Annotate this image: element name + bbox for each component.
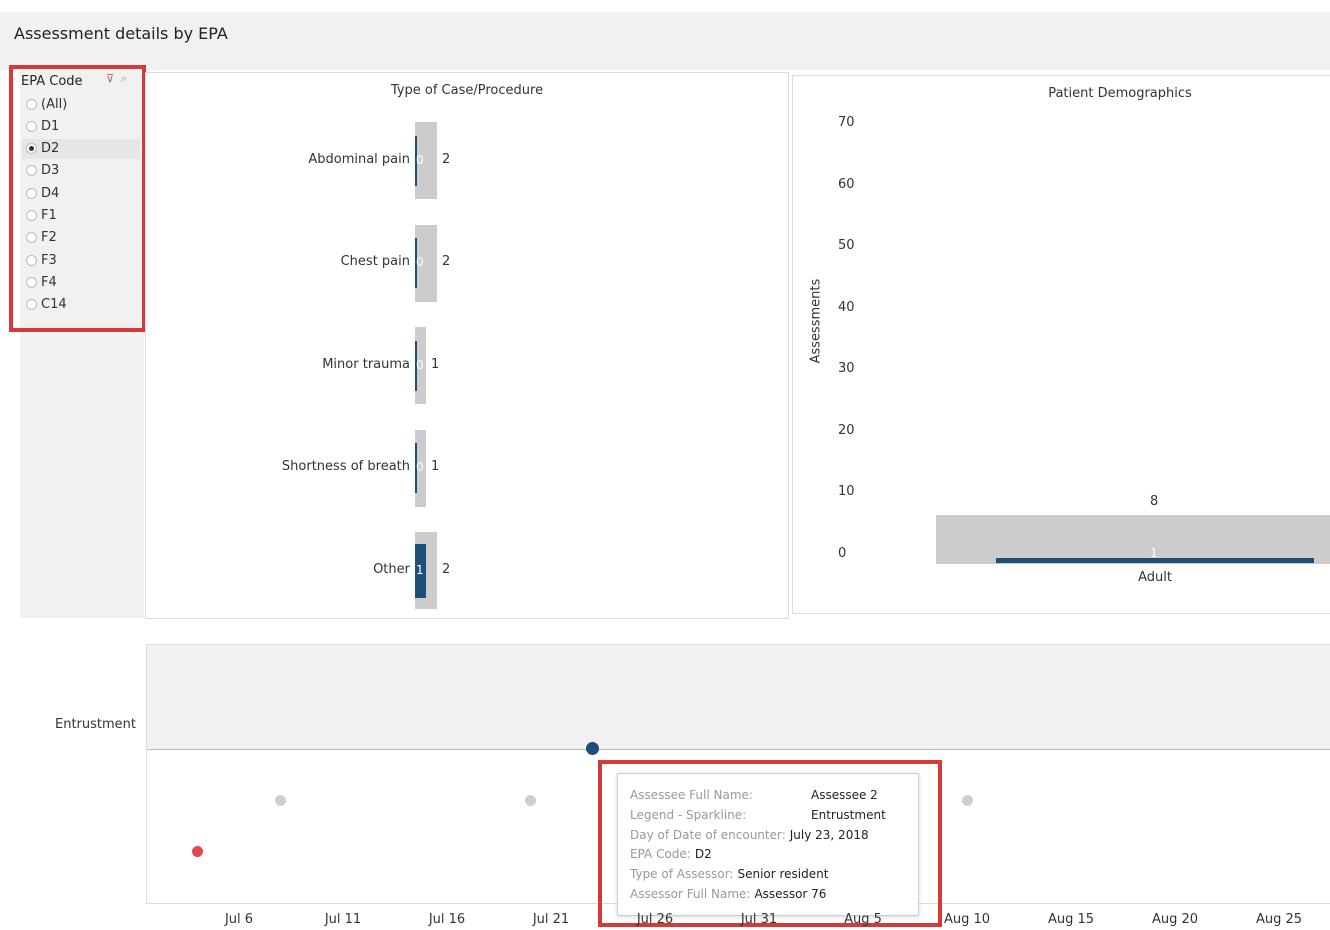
demographics-y-tick: 20 [838, 422, 855, 438]
case-entrust-value: 0 [416, 255, 424, 269]
case-entrust-value: 1 [416, 562, 424, 577]
demographics-total-bar[interactable] [936, 514, 1330, 564]
demographics-y-tick: 40 [838, 299, 855, 315]
timeline-x-tick: Jul 16 [428, 912, 466, 927]
timeline-data-point[interactable] [524, 794, 536, 806]
epa-filter-option[interactable]: (All) [22, 94, 140, 114]
radio-button[interactable] [26, 210, 37, 221]
epa-filter-option[interactable]: D4 [22, 183, 140, 203]
demographics-y-tick: 60 [838, 176, 855, 192]
demographics-y-tick: 0 [838, 546, 847, 561]
filter-option-label: F1 [41, 208, 57, 223]
timeline-x-tick: Aug 20 [1151, 912, 1199, 927]
timeline-left-axis [146, 748, 147, 903]
case-total-value: 1 [431, 356, 440, 372]
timeline-x-tick: Aug 10 [943, 912, 991, 927]
radio-button[interactable] [26, 299, 37, 311]
radio-button[interactable] [26, 143, 37, 155]
demographics-y-tick: 70 [838, 115, 855, 130]
timeline-x-tick: Jul 21 [532, 912, 570, 927]
filter-option-label: D4 [41, 185, 60, 201]
filter-option-label: D3 [41, 163, 60, 179]
timeline-x-tick: Jul 6 [224, 912, 254, 927]
entrustment-band [146, 644, 1330, 750]
filter-option-label: F4 [41, 274, 57, 290]
demographics-y-tick: 50 [838, 238, 855, 254]
radio-button[interactable] [26, 276, 37, 288]
radio-button[interactable] [26, 165, 37, 177]
demographics-y-tick: 30 [838, 361, 855, 377]
epa-filter-option[interactable]: F1 [22, 206, 140, 226]
case-entrust-value: 0 [416, 152, 424, 167]
timeline-data-point[interactable] [586, 741, 600, 755]
demographics-y-tick: 10 [838, 484, 855, 500]
filter-option-label: D2 [41, 141, 60, 157]
case-total-value: 1 [431, 459, 440, 474]
filter-option-label: C14 [41, 297, 67, 313]
radio-button[interactable] [26, 120, 37, 132]
epa-filter-option[interactable]: D1 [22, 116, 140, 136]
case-category-label: Shortness of breath [281, 459, 410, 474]
tooltip-highlight-box [598, 760, 942, 927]
radio-button[interactable] [26, 187, 37, 199]
timeline-x-tick: Aug 15 [1047, 912, 1095, 927]
radio-button[interactable] [26, 98, 37, 110]
dashboard-title-bar: Assessment details by EPA [0, 12, 1330, 70]
case-entrust-value: 0 [416, 357, 424, 372]
timeline-data-point[interactable] [275, 794, 287, 806]
case-category-label: Minor trauma [322, 356, 410, 372]
epa-filter-option[interactable]: D3 [22, 161, 140, 181]
demographics-title: Patient Demographics [1048, 86, 1192, 101]
case-type-title: Type of Case/Procedure [390, 83, 544, 98]
demographics-y-axis-label: Assessments [809, 279, 824, 364]
radio-button[interactable] [26, 254, 37, 266]
demographics-category-label: Adult [1138, 570, 1172, 585]
epa-filter-option[interactable]: D2 [22, 138, 140, 159]
case-total-value: 2 [442, 561, 451, 577]
filter-option-label: D1 [41, 118, 60, 134]
epa-filter-option[interactable]: C14 [22, 295, 140, 315]
timeline-x-tick: Jul 31 [740, 912, 778, 927]
timeline-data-point[interactable] [961, 794, 973, 806]
timeline-x-tick: Aug 5 [844, 912, 882, 927]
demographics-entrust-value: 1 [1150, 546, 1158, 560]
entrustment-row-label: Entrustment [55, 717, 137, 732]
demographics-total-value: 8 [1150, 494, 1159, 509]
case-category-label: Chest pain [340, 254, 410, 269]
timeline-x-tick: Jul 26 [636, 912, 674, 927]
epa-filter-option[interactable]: F3 [22, 250, 140, 270]
timeline-data-point[interactable] [191, 845, 203, 857]
case-category-label: Other [373, 561, 410, 577]
filter-option-label: (All) [41, 96, 68, 112]
dashboard-title: Assessment details by EPA [14, 24, 228, 43]
case-total-value: 2 [442, 151, 451, 167]
case-entrust-value: 0 [416, 460, 424, 474]
epa-filter-option[interactable]: F4 [22, 272, 140, 292]
filter-option-label: F2 [41, 230, 57, 246]
case-total-value: 2 [442, 254, 451, 269]
epa-filter-option[interactable]: F2 [22, 228, 140, 248]
timeline-x-tick: Jul 11 [324, 912, 362, 927]
radio-button[interactable] [26, 232, 37, 244]
filter-option-label: F3 [41, 252, 57, 268]
timeline-x-tick: Aug 25 [1255, 912, 1303, 927]
case-category-label: Abdominal pain [308, 151, 410, 167]
